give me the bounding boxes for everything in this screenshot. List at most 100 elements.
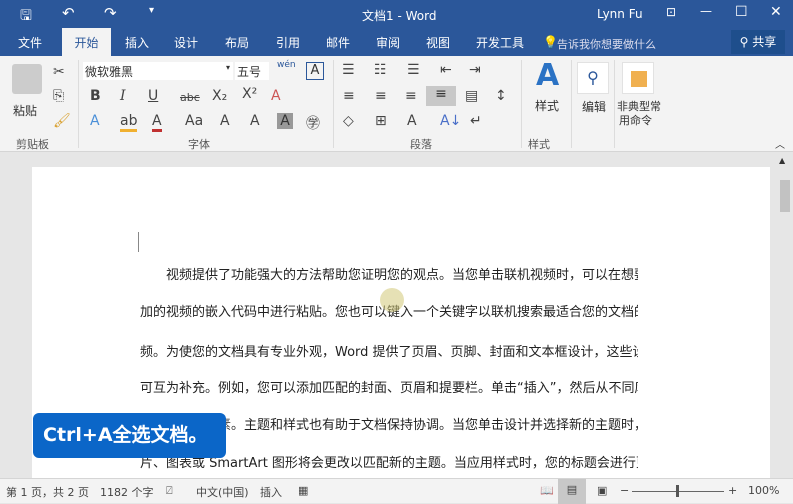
cut-icon[interactable]: ✂: [53, 64, 65, 80]
tab-review[interactable]: 审阅: [366, 28, 410, 56]
copy-icon[interactable]: ⎘: [53, 88, 64, 104]
person-add-icon: ⚲: [739, 35, 749, 49]
cursor-highlight: [380, 288, 404, 312]
paste-button[interactable]: 粘贴: [13, 102, 37, 119]
zoom-level[interactable]: 100%: [748, 484, 779, 497]
custom-commands-line2[interactable]: 用命令: [619, 112, 652, 128]
sort-icon[interactable]: A↓: [440, 113, 461, 129]
share-button[interactable]: ⚲ 共享: [731, 30, 785, 54]
styles-button[interactable]: 样式: [535, 97, 559, 114]
scroll-thumb[interactable]: [780, 180, 790, 212]
format-painter-icon[interactable]: 🖌: [53, 113, 71, 129]
align-center-icon[interactable]: ≡: [375, 88, 387, 104]
font-group-label: 字体: [188, 138, 210, 151]
zoom-out-button[interactable]: −: [620, 484, 629, 497]
edit-button[interactable]: 编辑: [582, 98, 606, 115]
vertical-scrollbar[interactable]: ▲: [777, 152, 793, 478]
text-effects-icon[interactable]: A: [90, 113, 100, 129]
web-layout-icon[interactable]: ▣: [597, 484, 607, 497]
ribbon-display-icon[interactable]: ⊡: [666, 5, 676, 19]
justify-button[interactable]: ≡: [426, 86, 456, 106]
highlight-icon[interactable]: ab: [120, 113, 138, 132]
read-mode-icon[interactable]: 📖: [540, 484, 554, 497]
font-name-select[interactable]: 微软雅黑 ▾: [83, 62, 233, 80]
tab-developer[interactable]: 开发工具: [472, 28, 528, 56]
borders-icon[interactable]: ⊞: [375, 113, 387, 129]
shortcut-callout: Ctrl+A全选文档。: [33, 413, 226, 458]
tab-home[interactable]: 开始: [62, 28, 111, 56]
minimize-icon[interactable]: —: [700, 4, 712, 18]
zoom-in-button[interactable]: +: [728, 484, 737, 497]
align-left-icon[interactable]: ≡: [343, 88, 355, 104]
margin-mark: [138, 232, 139, 252]
shrink-font-icon[interactable]: A: [250, 113, 260, 129]
print-layout-icon[interactable]: ▤: [558, 479, 586, 504]
collapse-ribbon-icon[interactable]: ︿: [775, 136, 785, 151]
tab-view[interactable]: 视图: [416, 28, 460, 56]
decrease-indent-icon[interactable]: ⇤: [440, 62, 452, 78]
italic-button[interactable]: I: [120, 88, 126, 104]
enclose-char-icon[interactable]: ㊫: [306, 113, 320, 133]
bold-button[interactable]: B: [90, 88, 101, 104]
language[interactable]: 中文(中国): [196, 484, 249, 500]
styles-icon[interactable]: A: [536, 58, 559, 93]
save-icon[interactable]: 🖫: [20, 5, 32, 29]
superscript-button[interactable]: X²: [242, 86, 257, 102]
clipboard-group-label: 剪贴板: [16, 138, 49, 151]
ribbon: 粘贴 ✂ ⎘ 🖌 剪贴板 微软雅黑 ▾ 五号 wén A B I U abc X₂…: [0, 56, 793, 152]
tab-insert[interactable]: 插入: [115, 28, 159, 56]
paragraph-line: 可互为补充。例如，您可以添加匹配的封面、页眉和提要栏。单击“插入”，然后从不同库: [140, 381, 638, 396]
proofing-icon[interactable]: ⍁: [166, 484, 173, 498]
tab-layout[interactable]: 布局: [215, 28, 259, 56]
page-count[interactable]: 第 1 页，共 2 页: [6, 484, 89, 500]
distributed-icon[interactable]: ▤: [465, 88, 478, 104]
scroll-up-icon[interactable]: ▲: [779, 156, 785, 165]
tab-design[interactable]: 设计: [164, 28, 208, 56]
paste-icon[interactable]: [12, 64, 42, 94]
bullets-icon[interactable]: ☰: [342, 62, 355, 78]
numbering-icon[interactable]: ☷: [374, 62, 387, 78]
subscript-button[interactable]: X₂: [212, 88, 227, 104]
status-bar: 第 1 页，共 2 页 1182 个字 ⍁ 中文(中国) 插入 ▦ 📖 ▤ ▣ …: [0, 478, 793, 504]
paragraph-group-label: 段落: [410, 138, 432, 151]
asian-layout-icon[interactable]: A: [407, 113, 417, 129]
macro-icon[interactable]: ▦: [298, 484, 308, 497]
customize-qat-icon[interactable]: ▾: [149, 5, 154, 16]
tab-file[interactable]: 文件: [8, 28, 52, 56]
redo-icon[interactable]: ↷: [104, 4, 117, 22]
increase-indent-icon[interactable]: ⇥: [469, 62, 481, 78]
maximize-icon[interactable]: ☐: [735, 4, 748, 20]
line-spacing-icon[interactable]: ↕: [495, 88, 507, 104]
font-color-icon[interactable]: A: [152, 113, 162, 132]
tell-me-input[interactable]: 告诉我你想要做什么: [557, 36, 656, 52]
insert-mode[interactable]: 插入: [260, 484, 282, 500]
window-title: 文档1 - Word: [362, 9, 437, 23]
custom-commands-icon[interactable]: [622, 62, 654, 94]
close-icon[interactable]: ✕: [770, 4, 782, 20]
tab-references[interactable]: 引用: [266, 28, 310, 56]
show-marks-icon[interactable]: ↵: [470, 113, 482, 129]
undo-icon[interactable]: ↶: [62, 4, 75, 22]
share-label: 共享: [752, 35, 777, 49]
strikethrough-button[interactable]: abc: [180, 91, 200, 104]
shading-icon[interactable]: ◇: [343, 113, 354, 129]
clear-format-icon[interactable]: A: [271, 88, 281, 104]
phonetic-guide-button[interactable]: wén: [277, 60, 296, 70]
user-name[interactable]: Lynn Fu: [597, 7, 643, 21]
tab-mailings[interactable]: 邮件: [316, 28, 360, 56]
char-border-button[interactable]: A: [306, 62, 324, 80]
grow-font-icon[interactable]: A: [220, 113, 230, 129]
word-count[interactable]: 1182 个字: [100, 484, 154, 500]
change-case-icon[interactable]: Aa: [185, 113, 203, 129]
zoom-slider-thumb[interactable]: [676, 485, 679, 497]
search-icon[interactable]: ⚲: [577, 62, 609, 94]
multilevel-list-icon[interactable]: ☰: [407, 62, 420, 78]
lightbulb-icon: 💡: [543, 35, 558, 49]
font-size-select[interactable]: 五号: [235, 62, 269, 80]
char-shading-icon[interactable]: A: [277, 113, 293, 129]
underline-button[interactable]: U: [148, 88, 158, 104]
title-bar: 🖫 ↶ ↷ ▾ 文档1 - Word Lynn Fu ⊡ — ☐ ✕: [0, 0, 793, 28]
paragraph-line: 视频提供了功能强大的方法帮助您证明您的观点。当您单击联机视频时，可以在想要添: [166, 268, 638, 283]
align-right-icon[interactable]: ≡: [405, 88, 417, 104]
ribbon-tabs: 文件 开始 插入 设计 布局 引用 邮件 审阅 视图 开发工具 💡 告诉我你想要…: [0, 28, 793, 56]
